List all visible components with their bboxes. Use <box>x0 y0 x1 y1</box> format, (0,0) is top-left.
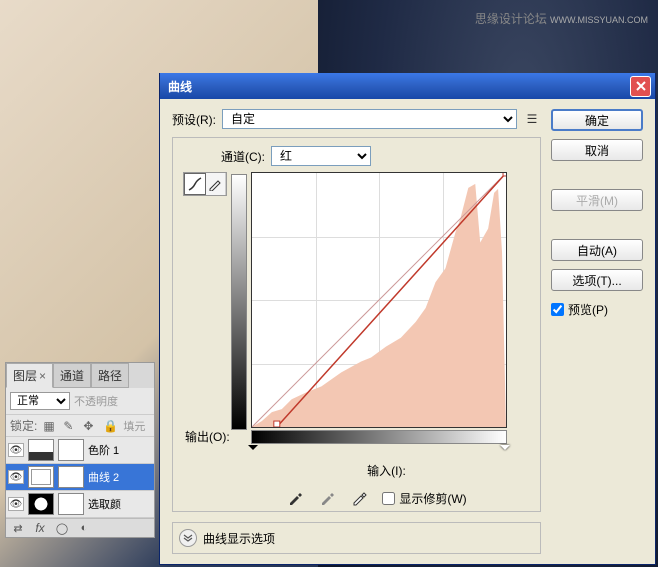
opacity-label: 不透明度 <box>74 393 118 409</box>
mask-thumb-icon <box>58 493 84 515</box>
curve-line <box>252 173 506 427</box>
tab-close-icon[interactable]: × <box>39 369 46 383</box>
curve-tool-buttons <box>183 172 227 196</box>
adjustment-icon[interactable]: ◐ <box>76 521 92 535</box>
tab-paths[interactable]: 路径 <box>91 363 129 388</box>
adjustment-thumb-icon <box>28 439 54 461</box>
output-label: 输出(O): <box>185 428 230 445</box>
options-button[interactable]: 选项(T)... <box>551 269 643 291</box>
watermark-text: 思缘设计论坛 <box>475 12 547 26</box>
watermark-url: WWW.MISSYUAN.COM <box>550 15 648 25</box>
curve-point-icon <box>187 176 203 192</box>
layer-item-selectivecolor[interactable]: 👁 选取颜 <box>6 491 154 518</box>
display-options-label: 曲线显示选项 <box>203 530 275 547</box>
layer-name: 曲线 2 <box>88 469 119 485</box>
pencil-icon <box>208 177 222 191</box>
curves-dialog: 曲线 预设(R): 自定 ☰ 通道(C): 红 <box>159 73 656 565</box>
cancel-button[interactable]: 取消 <box>551 139 643 161</box>
lock-transparency-icon[interactable]: ▦ <box>43 419 57 433</box>
tab-channels[interactable]: 通道 <box>53 363 91 388</box>
link-layers-icon[interactable]: ⇄ <box>10 521 26 535</box>
black-eyedropper[interactable] <box>286 489 304 507</box>
lock-label: 锁定: <box>10 417 37 434</box>
black-point-slider[interactable] <box>248 445 258 455</box>
auto-button[interactable]: 自动(A) <box>551 239 643 261</box>
tab-layers-label: 图层 <box>13 369 37 383</box>
close-button[interactable] <box>630 76 651 97</box>
ok-button[interactable]: 确定 <box>551 109 643 131</box>
mask-icon[interactable]: ◯ <box>54 521 70 535</box>
layer-item-levels[interactable]: 👁 色阶 1 <box>6 437 154 464</box>
layer-name: 选取颜 <box>88 496 121 512</box>
visibility-toggle-icon[interactable]: 👁 <box>8 470 24 484</box>
input-label: 输入(I): <box>241 462 532 479</box>
channel-select[interactable]: 红 <box>271 146 371 166</box>
smooth-button: 平滑(M) <box>551 189 643 211</box>
show-clipping-checkbox[interactable] <box>382 492 395 505</box>
gray-eyedropper[interactable] <box>318 489 336 507</box>
show-clipping-label: 显示修剪(W) <box>399 490 466 507</box>
expand-options-button[interactable] <box>179 529 197 547</box>
curve-group: 通道(C): 红 <box>172 137 541 512</box>
dialog-title: 曲线 <box>164 78 630 95</box>
input-gradient[interactable] <box>251 430 507 444</box>
lock-all-icon[interactable]: 🔒 <box>103 419 117 433</box>
output-gradient <box>231 174 247 430</box>
panel-tabs: 图层× 通道 路径 <box>6 363 154 388</box>
display-options-group: 曲线显示选项 <box>172 522 541 554</box>
visibility-toggle-icon[interactable]: 👁 <box>8 497 24 511</box>
preview-checkbox[interactable] <box>551 303 564 316</box>
layers-panel: 图层× 通道 路径 正常 不透明度 锁定: ▦ ✎ ✥ 🔒 填元 👁 色阶 1 … <box>5 362 155 538</box>
show-clipping-check[interactable]: 显示修剪(W) <box>382 490 466 507</box>
fx-icon[interactable]: fx <box>32 521 48 535</box>
preset-select[interactable]: 自定 <box>222 109 517 129</box>
channel-label: 通道(C): <box>221 148 265 165</box>
mask-thumb-icon <box>58 439 84 461</box>
preview-check[interactable]: 预览(P) <box>551 301 643 318</box>
chevrons-down-icon <box>183 533 193 543</box>
fill-label: 填元 <box>123 418 145 434</box>
white-point-slider[interactable] <box>500 445 510 455</box>
lock-pixels-icon[interactable]: ✎ <box>63 419 77 433</box>
watermark: 思缘设计论坛 WWW.MISSYUAN.COM <box>475 10 648 27</box>
blend-mode-select[interactable]: 正常 <box>10 392 70 410</box>
close-icon <box>635 80 647 92</box>
preset-menu-icon[interactable]: ☰ <box>523 110 541 128</box>
point-curve-tool[interactable] <box>184 173 206 195</box>
adjustment-thumb-icon <box>28 493 54 515</box>
pencil-curve-tool[interactable] <box>206 173 227 195</box>
white-eyedropper[interactable] <box>350 489 368 507</box>
layer-item-curves[interactable]: 👁 曲线 2 <box>6 464 154 491</box>
adjustment-thumb-icon <box>28 466 54 488</box>
panel-footer: ⇄ fx ◯ ◐ <box>6 518 154 537</box>
curve-graph[interactable] <box>251 172 507 428</box>
visibility-toggle-icon[interactable]: 👁 <box>8 443 24 457</box>
titlebar[interactable]: 曲线 <box>160 73 655 99</box>
layer-name: 色阶 1 <box>88 442 119 458</box>
lock-move-icon[interactable]: ✥ <box>83 419 97 433</box>
preview-label: 预览(P) <box>568 301 608 318</box>
preset-label: 预设(R): <box>172 111 216 128</box>
tab-layers[interactable]: 图层× <box>6 363 53 388</box>
mask-thumb-icon <box>58 466 84 488</box>
